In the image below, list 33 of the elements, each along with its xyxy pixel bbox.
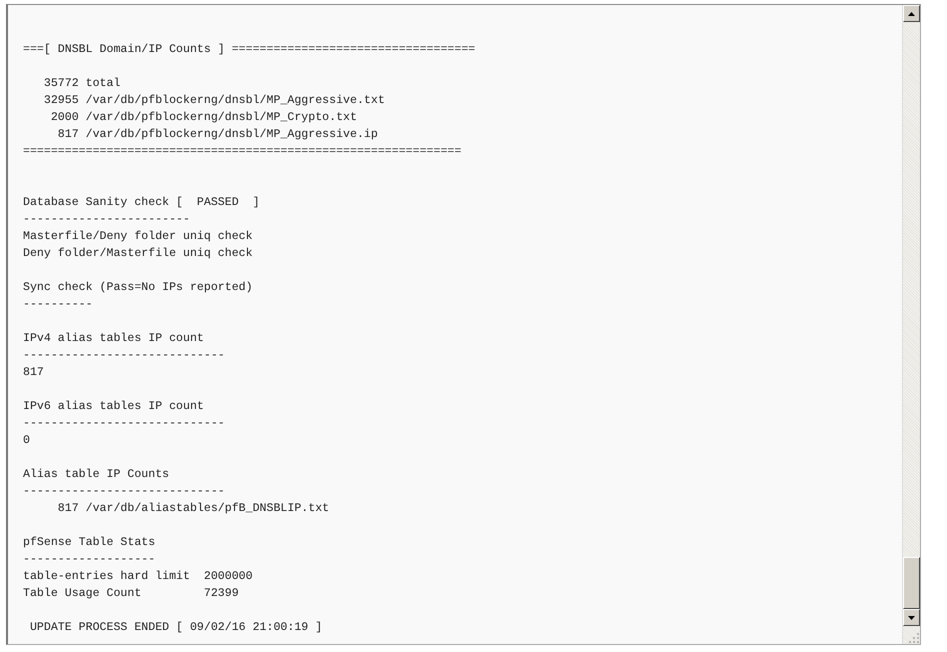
log-line: IPv6 alias tables IP count xyxy=(23,399,204,415)
log-line: pfSense Table Stats xyxy=(23,535,156,551)
log-line: 2000 /var/db/pfblockerng/dnsbl/MP_Crypto.txt xyxy=(50,110,357,126)
scroll-thumb[interactable] xyxy=(903,557,920,609)
log-line: ----------------------------- xyxy=(23,416,225,432)
log-line: Sync check (Pass=No IPs reported) xyxy=(23,280,253,296)
log-line: ------------------------ xyxy=(23,212,190,228)
log-line: 35772 total xyxy=(42,76,120,92)
log-line: =============================================================== xyxy=(23,144,462,160)
log-line: 817 /var/db/pfblockerng/dnsbl/MP_Aggressive.ip xyxy=(56,127,378,143)
log-line: Masterfile/Deny folder uniq check xyxy=(23,229,253,245)
log-line: Alias table IP Counts xyxy=(23,467,170,483)
log-line: ----------------------------- xyxy=(23,484,225,500)
log-line: UPDATE PROCESS ENDED [ 09/02/16 21:00:19 ] xyxy=(28,620,322,636)
log-line: table-entries hard limit 2000000 xyxy=(23,569,253,585)
log-line: ===[ DNSBL Domain/IP Counts ] =================================== xyxy=(23,42,476,58)
scrollbar[interactable] xyxy=(902,5,920,644)
log-line: ------------------- xyxy=(23,552,156,568)
log-line: Database Sanity check [ PASSED ] xyxy=(23,195,260,211)
log-line: Deny folder/Masterfile uniq check xyxy=(23,246,253,262)
log-line: 817 /var/db/aliastables/pfB_DNSBLIP.txt xyxy=(56,501,330,517)
log-line: 32955 /var/db/pfblockerng/dnsbl/MP_Aggressive.txt xyxy=(42,93,385,109)
log-line: 0 xyxy=(23,433,30,449)
log-line: Table Usage Count 72399 xyxy=(23,586,239,602)
scroll-up-button[interactable] xyxy=(903,5,920,22)
log-line: ----------------------------- xyxy=(23,348,225,364)
down-triangle-icon xyxy=(908,616,915,620)
scroll-down-button[interactable] xyxy=(903,609,920,626)
resize-grip-icon[interactable] xyxy=(909,633,919,643)
log-line: ---------- xyxy=(23,297,93,313)
up-triangle-icon xyxy=(908,12,915,16)
log-line: 817 xyxy=(23,365,44,381)
log-line: IPv4 alias tables IP count xyxy=(23,331,204,347)
